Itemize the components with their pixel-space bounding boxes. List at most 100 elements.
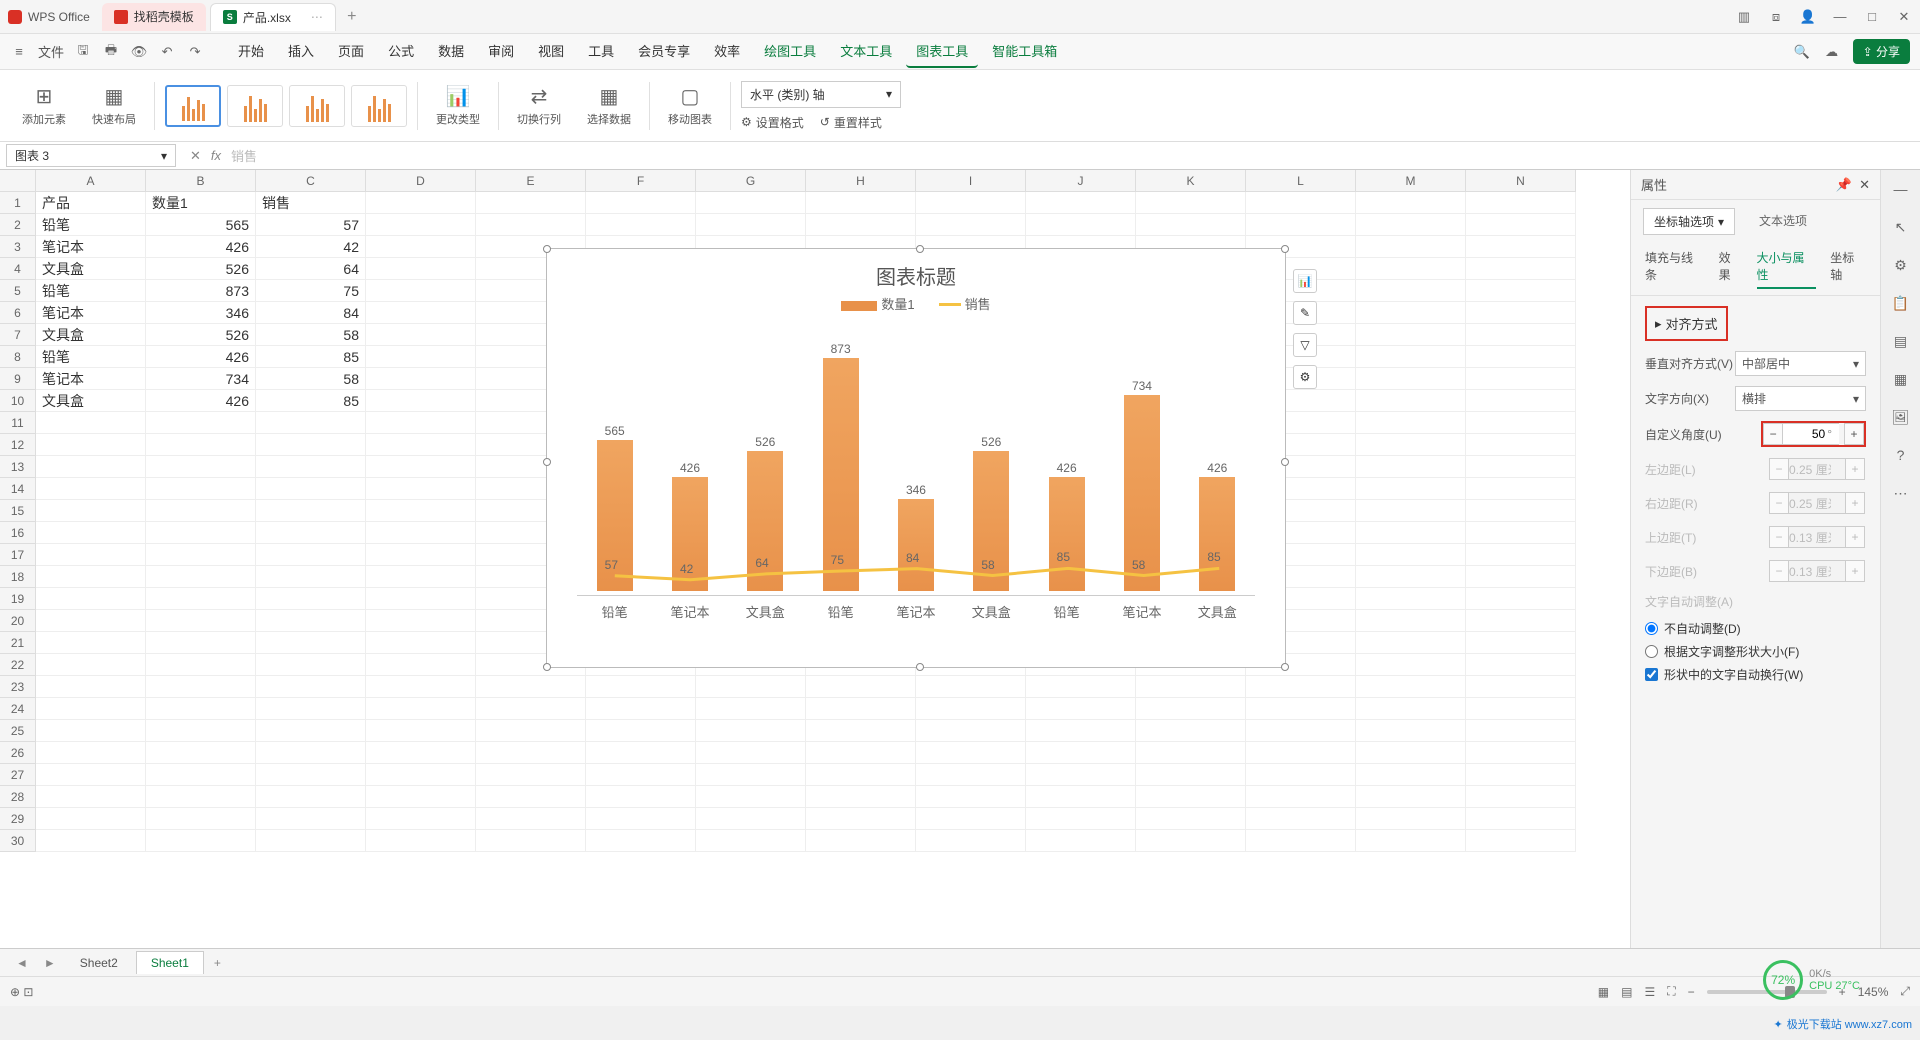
menu-数据[interactable]: 数据: [428, 35, 474, 68]
cell[interactable]: 346: [146, 302, 256, 324]
cell[interactable]: [1466, 412, 1576, 434]
cell[interactable]: [476, 214, 586, 236]
cell[interactable]: [476, 830, 586, 852]
cell[interactable]: [366, 324, 476, 346]
cell[interactable]: 75: [256, 280, 366, 302]
cell[interactable]: [366, 632, 476, 654]
cell[interactable]: [256, 522, 366, 544]
chart-filter-button[interactable]: ▽: [1293, 333, 1317, 357]
row-header[interactable]: 2: [0, 214, 36, 236]
cell[interactable]: [1466, 280, 1576, 302]
cell[interactable]: [1246, 192, 1356, 214]
cell[interactable]: [916, 676, 1026, 698]
cell[interactable]: [1246, 830, 1356, 852]
cell[interactable]: [586, 676, 696, 698]
cell[interactable]: [1466, 764, 1576, 786]
cell[interactable]: [1356, 500, 1466, 522]
cell[interactable]: [806, 676, 916, 698]
cell[interactable]: [146, 808, 256, 830]
cell[interactable]: [1356, 390, 1466, 412]
settings-tool-icon[interactable]: ⚙: [1890, 254, 1912, 276]
menu-智能工具箱[interactable]: 智能工具箱: [982, 35, 1067, 68]
cell[interactable]: [256, 632, 366, 654]
cell[interactable]: [1356, 830, 1466, 852]
cell[interactable]: [1136, 808, 1246, 830]
cell[interactable]: [1246, 214, 1356, 236]
cell[interactable]: [1356, 412, 1466, 434]
cell[interactable]: [366, 280, 476, 302]
quick-layout-button[interactable]: ▦快速布局: [84, 84, 144, 127]
cell[interactable]: [476, 808, 586, 830]
cell[interactable]: [36, 566, 146, 588]
cell[interactable]: [1246, 676, 1356, 698]
cell[interactable]: [256, 698, 366, 720]
cell[interactable]: [146, 544, 256, 566]
row-header[interactable]: 26: [0, 742, 36, 764]
cell[interactable]: [696, 720, 806, 742]
resize-handle[interactable]: [916, 245, 924, 253]
menu-插入[interactable]: 插入: [278, 35, 324, 68]
cell[interactable]: [1356, 302, 1466, 324]
cell[interactable]: [1026, 830, 1136, 852]
cell[interactable]: [1466, 742, 1576, 764]
cell[interactable]: [366, 544, 476, 566]
pin-icon[interactable]: 📌: [1836, 177, 1852, 192]
cell[interactable]: [1356, 192, 1466, 214]
clipboard-icon[interactable]: 📋: [1890, 292, 1912, 314]
x-tick[interactable]: 文具盒: [961, 602, 1021, 621]
cell[interactable]: [256, 544, 366, 566]
chart-title[interactable]: 图表标题: [547, 249, 1285, 294]
cell[interactable]: 426: [146, 390, 256, 412]
menu-审阅[interactable]: 审阅: [478, 35, 524, 68]
cell[interactable]: [36, 500, 146, 522]
cell[interactable]: [256, 676, 366, 698]
cell[interactable]: [1466, 324, 1576, 346]
x-tick[interactable]: 铅笔: [811, 602, 871, 621]
cell[interactable]: [366, 500, 476, 522]
col-header[interactable]: D: [366, 170, 476, 192]
cell[interactable]: [366, 786, 476, 808]
cell[interactable]: 笔记本: [36, 236, 146, 258]
cell[interactable]: [1466, 500, 1576, 522]
cell[interactable]: [366, 720, 476, 742]
name-box[interactable]: 图表 3▾: [6, 144, 176, 167]
row-header[interactable]: 28: [0, 786, 36, 808]
cell[interactable]: [146, 742, 256, 764]
menu-效率[interactable]: 效率: [704, 35, 750, 68]
set-format-button[interactable]: ⚙ 设置格式: [741, 114, 804, 131]
cell[interactable]: [1246, 786, 1356, 808]
cell[interactable]: [1026, 676, 1136, 698]
cell[interactable]: [366, 764, 476, 786]
cell[interactable]: [256, 720, 366, 742]
menu-公式[interactable]: 公式: [378, 35, 424, 68]
menu-icon[interactable]: ≡: [10, 43, 28, 61]
row-header[interactable]: 1: [0, 192, 36, 214]
cell[interactable]: 笔记本: [36, 368, 146, 390]
check-wrap-text[interactable]: [1645, 668, 1658, 681]
cell[interactable]: [256, 654, 366, 676]
row-header[interactable]: 4: [0, 258, 36, 280]
cell[interactable]: [366, 390, 476, 412]
cell[interactable]: [586, 720, 696, 742]
cell[interactable]: [366, 654, 476, 676]
cell[interactable]: [1356, 258, 1466, 280]
row-header[interactable]: 20: [0, 610, 36, 632]
col-header[interactable]: N: [1466, 170, 1576, 192]
row-header[interactable]: 29: [0, 808, 36, 830]
cell[interactable]: [806, 720, 916, 742]
cell[interactable]: [1136, 214, 1246, 236]
cell[interactable]: [36, 456, 146, 478]
switch-rowcol-button[interactable]: ⇄切换行列: [509, 84, 569, 127]
cell[interactable]: [36, 412, 146, 434]
radio-no-autofit[interactable]: [1645, 622, 1658, 635]
view-page-icon[interactable]: ▤: [1621, 985, 1632, 999]
cell[interactable]: [1466, 654, 1576, 676]
cell[interactable]: [1356, 588, 1466, 610]
cell[interactable]: [1026, 720, 1136, 742]
cell[interactable]: [1356, 742, 1466, 764]
row-header[interactable]: 9: [0, 368, 36, 390]
preview-icon[interactable]: 👁: [130, 43, 148, 61]
cell[interactable]: [1466, 236, 1576, 258]
cell[interactable]: [146, 522, 256, 544]
cell[interactable]: [916, 698, 1026, 720]
